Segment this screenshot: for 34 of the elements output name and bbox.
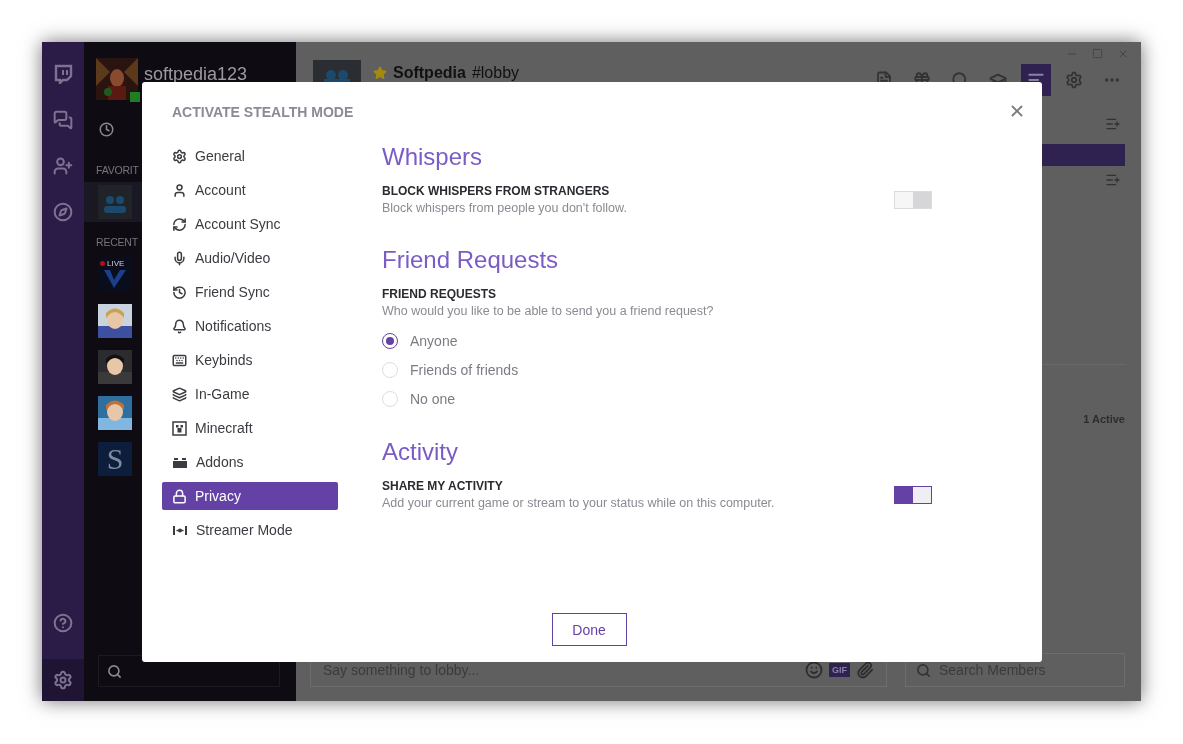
setting-description: Who would you like to be able to send you a friend request?	[382, 304, 715, 318]
nav-item[interactable]: Friend Sync	[162, 278, 338, 306]
nav-item[interactable]: Account Sync	[162, 210, 338, 238]
nav-item[interactable]: Streamer Mode	[162, 516, 338, 544]
user-name: softpedia123	[144, 65, 248, 83]
dialog-title: ACTIVATE STEALTH MODE	[172, 104, 354, 120]
channel-name: #lobby	[471, 64, 520, 82]
group-name: Softpedia	[393, 64, 466, 82]
section-label: FAVORIT	[96, 164, 139, 176]
section-heading: Activity	[382, 437, 458, 467]
section-label: RECENT	[96, 236, 138, 248]
nav-item[interactable]: Addons	[162, 448, 338, 476]
live-label: LIVE	[100, 259, 125, 268]
radio-label: No one	[410, 391, 456, 407]
nav-item[interactable]: Account	[162, 176, 338, 204]
nav-item[interactable]: Minecraft	[162, 414, 338, 442]
radio-label: Friends of friends	[410, 362, 519, 378]
setting-description: Block whispers from people you don't follow.	[382, 201, 628, 215]
nav-item[interactable]: Audio/Video	[162, 244, 338, 272]
nav-item[interactable]: Notifications	[162, 312, 338, 340]
channel-avatar: S	[98, 442, 132, 476]
radio-label: Anyone	[410, 333, 458, 349]
nav-item[interactable]: Keybinds	[162, 346, 338, 374]
setting-label: SHARE MY ACTIVITY	[382, 479, 504, 493]
nav-item[interactable]: Privacy	[162, 482, 338, 510]
done-button[interactable]: Done	[551, 613, 627, 646]
setting-description: Add your current game or stream to your status while on this computer.	[382, 496, 776, 510]
nav-item[interactable]: In-Game	[162, 380, 338, 408]
setting-label: BLOCK WHISPERS FROM STRANGERS	[382, 184, 611, 198]
section-heading: Friend Requests	[382, 245, 559, 275]
gif-button[interactable]: GIF	[829, 663, 850, 677]
setting-label: FRIEND REQUESTS	[382, 287, 497, 301]
section-heading: Whispers	[382, 142, 483, 172]
nav-item[interactable]: General	[162, 142, 338, 170]
